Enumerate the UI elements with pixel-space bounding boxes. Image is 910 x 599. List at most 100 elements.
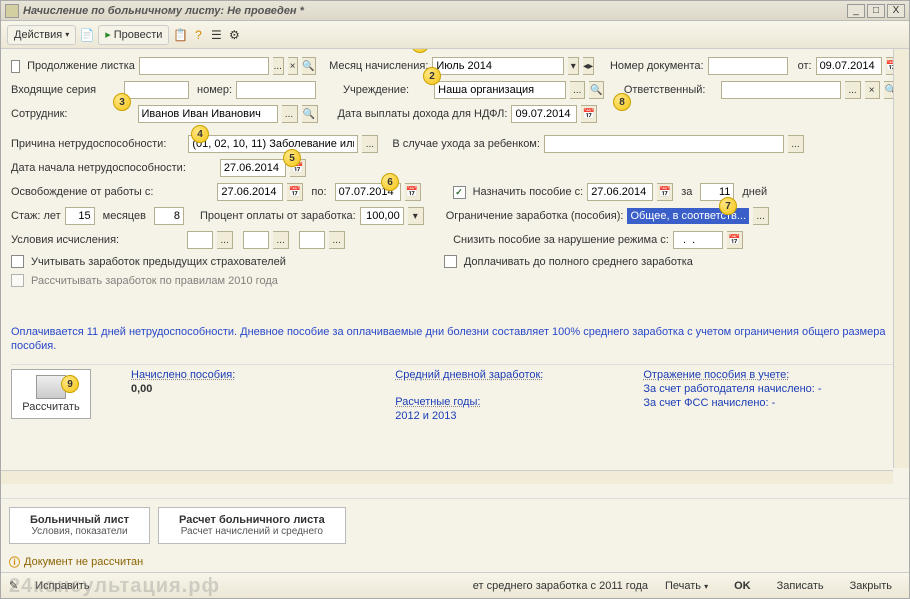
- assign-checkbox[interactable]: [453, 186, 466, 199]
- prev-insurers-label: Учитывать заработок предыдущих страховат…: [31, 256, 286, 268]
- cond3-sel[interactable]: ...: [329, 231, 345, 249]
- badge-4: 4: [191, 125, 209, 143]
- close-bottom-button[interactable]: Закрыть: [841, 577, 901, 595]
- employee-input[interactable]: [138, 105, 278, 123]
- resp-label: Ответственный:: [624, 84, 706, 96]
- app-icon: [5, 4, 19, 18]
- post-label: Провести: [114, 29, 163, 41]
- rules2010-checkbox: [11, 274, 24, 287]
- org-label: Учреждение:: [343, 84, 409, 96]
- minimize-button[interactable]: _: [847, 4, 865, 18]
- month-stepper[interactable]: ◂▸: [583, 57, 594, 75]
- new-icon[interactable]: 📄: [80, 28, 94, 42]
- horizontal-scrollbar[interactable]: [1, 470, 893, 484]
- assign-for-label: за: [681, 186, 692, 198]
- settings-icon[interactable]: ⚙: [227, 28, 241, 42]
- org-search[interactable]: 🔍: [589, 81, 604, 99]
- prev-insurers-checkbox[interactable]: [11, 255, 24, 268]
- help-icon[interactable]: ?: [191, 28, 205, 42]
- calculate-button[interactable]: Рассчитать: [11, 369, 91, 419]
- badge-1: 1: [411, 49, 429, 53]
- childcare-select[interactable]: ...: [788, 135, 804, 153]
- release-to-cal[interactable]: 📅: [405, 183, 421, 201]
- close-button[interactable]: X: [887, 4, 905, 18]
- stazh-years[interactable]: [65, 207, 95, 225]
- assign-cal[interactable]: 📅: [657, 183, 673, 201]
- employee-search[interactable]: 🔍: [302, 105, 318, 123]
- continue-clear[interactable]: ×: [288, 57, 299, 75]
- supplement-checkbox[interactable]: [444, 255, 457, 268]
- badge-2: 2: [423, 67, 441, 85]
- docdate-ot: от:: [798, 60, 812, 72]
- window-title: Начисление по больничному листу: Не пров…: [23, 5, 845, 17]
- resp-select[interactable]: ...: [845, 81, 860, 99]
- release-from[interactable]: [217, 183, 283, 201]
- employee-select[interactable]: ...: [282, 105, 298, 123]
- ndfl-label: Дата выплаты дохода для НДФЛ:: [338, 108, 508, 120]
- docnum-label: Номер документа:: [610, 60, 704, 72]
- release-from-cal[interactable]: 📅: [287, 183, 303, 201]
- docnum-input[interactable]: [708, 57, 788, 75]
- childcare-input[interactable]: [544, 135, 784, 153]
- edit-button[interactable]: Исправить: [26, 577, 98, 595]
- org-input[interactable]: [434, 81, 566, 99]
- number-label: номер:: [197, 84, 232, 96]
- continue-input[interactable]: [139, 57, 269, 75]
- resp-clear[interactable]: ×: [865, 81, 880, 99]
- ndfl-cal[interactable]: 📅: [581, 105, 597, 123]
- list-icon[interactable]: ☰: [209, 28, 223, 42]
- ok-button[interactable]: OK: [725, 577, 760, 595]
- vertical-scrollbar[interactable]: [893, 49, 909, 468]
- month-input[interactable]: [432, 57, 564, 75]
- tab-sick-leave[interactable]: Больничный лист Условия, показатели: [9, 507, 150, 544]
- post-button[interactable]: ▸Провести: [98, 25, 169, 45]
- cond2-sel[interactable]: ...: [273, 231, 289, 249]
- cond1[interactable]: [187, 231, 213, 249]
- resp-input[interactable]: [721, 81, 841, 99]
- cause-label: Причина нетрудоспособности:: [11, 138, 166, 150]
- percent-step[interactable]: ▾: [408, 207, 424, 225]
- percent-input[interactable]: [360, 207, 404, 225]
- maximize-button[interactable]: □: [867, 4, 885, 18]
- cause-select[interactable]: ...: [362, 135, 378, 153]
- stazh-months[interactable]: [154, 207, 184, 225]
- reduce-cal[interactable]: 📅: [727, 231, 743, 249]
- org-select[interactable]: ...: [570, 81, 585, 99]
- employer-line: За счет работодателя начислено: -: [643, 383, 821, 395]
- docdate-input[interactable]: [816, 57, 882, 75]
- edit-icon[interactable]: ✎: [9, 579, 18, 592]
- post-icon: ▸: [105, 28, 111, 41]
- supplement-label: Доплачивать до полного среднего заработк…: [464, 256, 693, 268]
- series-input[interactable]: [124, 81, 189, 99]
- chevron-down-icon: ▾: [704, 582, 708, 591]
- month-dropdown[interactable]: ▾: [568, 57, 579, 75]
- reduce-date[interactable]: [673, 231, 723, 249]
- tab-calculation[interactable]: Расчет больничного листа Расчет начислен…: [158, 507, 346, 544]
- save-button[interactable]: Записать: [768, 577, 833, 595]
- badge-3: 3: [113, 93, 131, 111]
- account-header: Отражение пособия в учете:: [643, 369, 821, 381]
- limit-select[interactable]: ...: [753, 207, 769, 225]
- cond1-sel[interactable]: ...: [217, 231, 233, 249]
- continue-label: Продолжение листка: [27, 60, 135, 72]
- cause-input[interactable]: [188, 135, 358, 153]
- continue-select[interactable]: ...: [273, 57, 284, 75]
- actions-menu[interactable]: Действия▾: [7, 25, 76, 45]
- toolbar: Действия▾ 📄 ▸Провести 📋 ? ☰ ⚙: [1, 21, 909, 49]
- start-date[interactable]: [220, 159, 286, 177]
- number-input[interactable]: [236, 81, 316, 99]
- assign-date[interactable]: [587, 183, 653, 201]
- rules2010-label: Рассчитывать заработок по правилам 2010 …: [31, 275, 278, 287]
- info-text: Оплачивается 11 дней нетрудоспособности.…: [11, 325, 899, 354]
- years-value: 2012 и 2013: [395, 410, 543, 422]
- cond3[interactable]: [299, 231, 325, 249]
- ndfl-date[interactable]: [511, 105, 577, 123]
- calculate-label: Рассчитать: [22, 401, 79, 413]
- continue-search[interactable]: 🔍: [302, 57, 315, 75]
- continue-checkbox[interactable]: [11, 60, 20, 73]
- print-button[interactable]: Печать ▾: [656, 577, 717, 595]
- cond2[interactable]: [243, 231, 269, 249]
- percent-label: Процент оплаты от заработка:: [200, 210, 356, 222]
- tab1-sub: Условия, показатели: [30, 526, 129, 537]
- copy-icon[interactable]: 📋: [173, 28, 187, 42]
